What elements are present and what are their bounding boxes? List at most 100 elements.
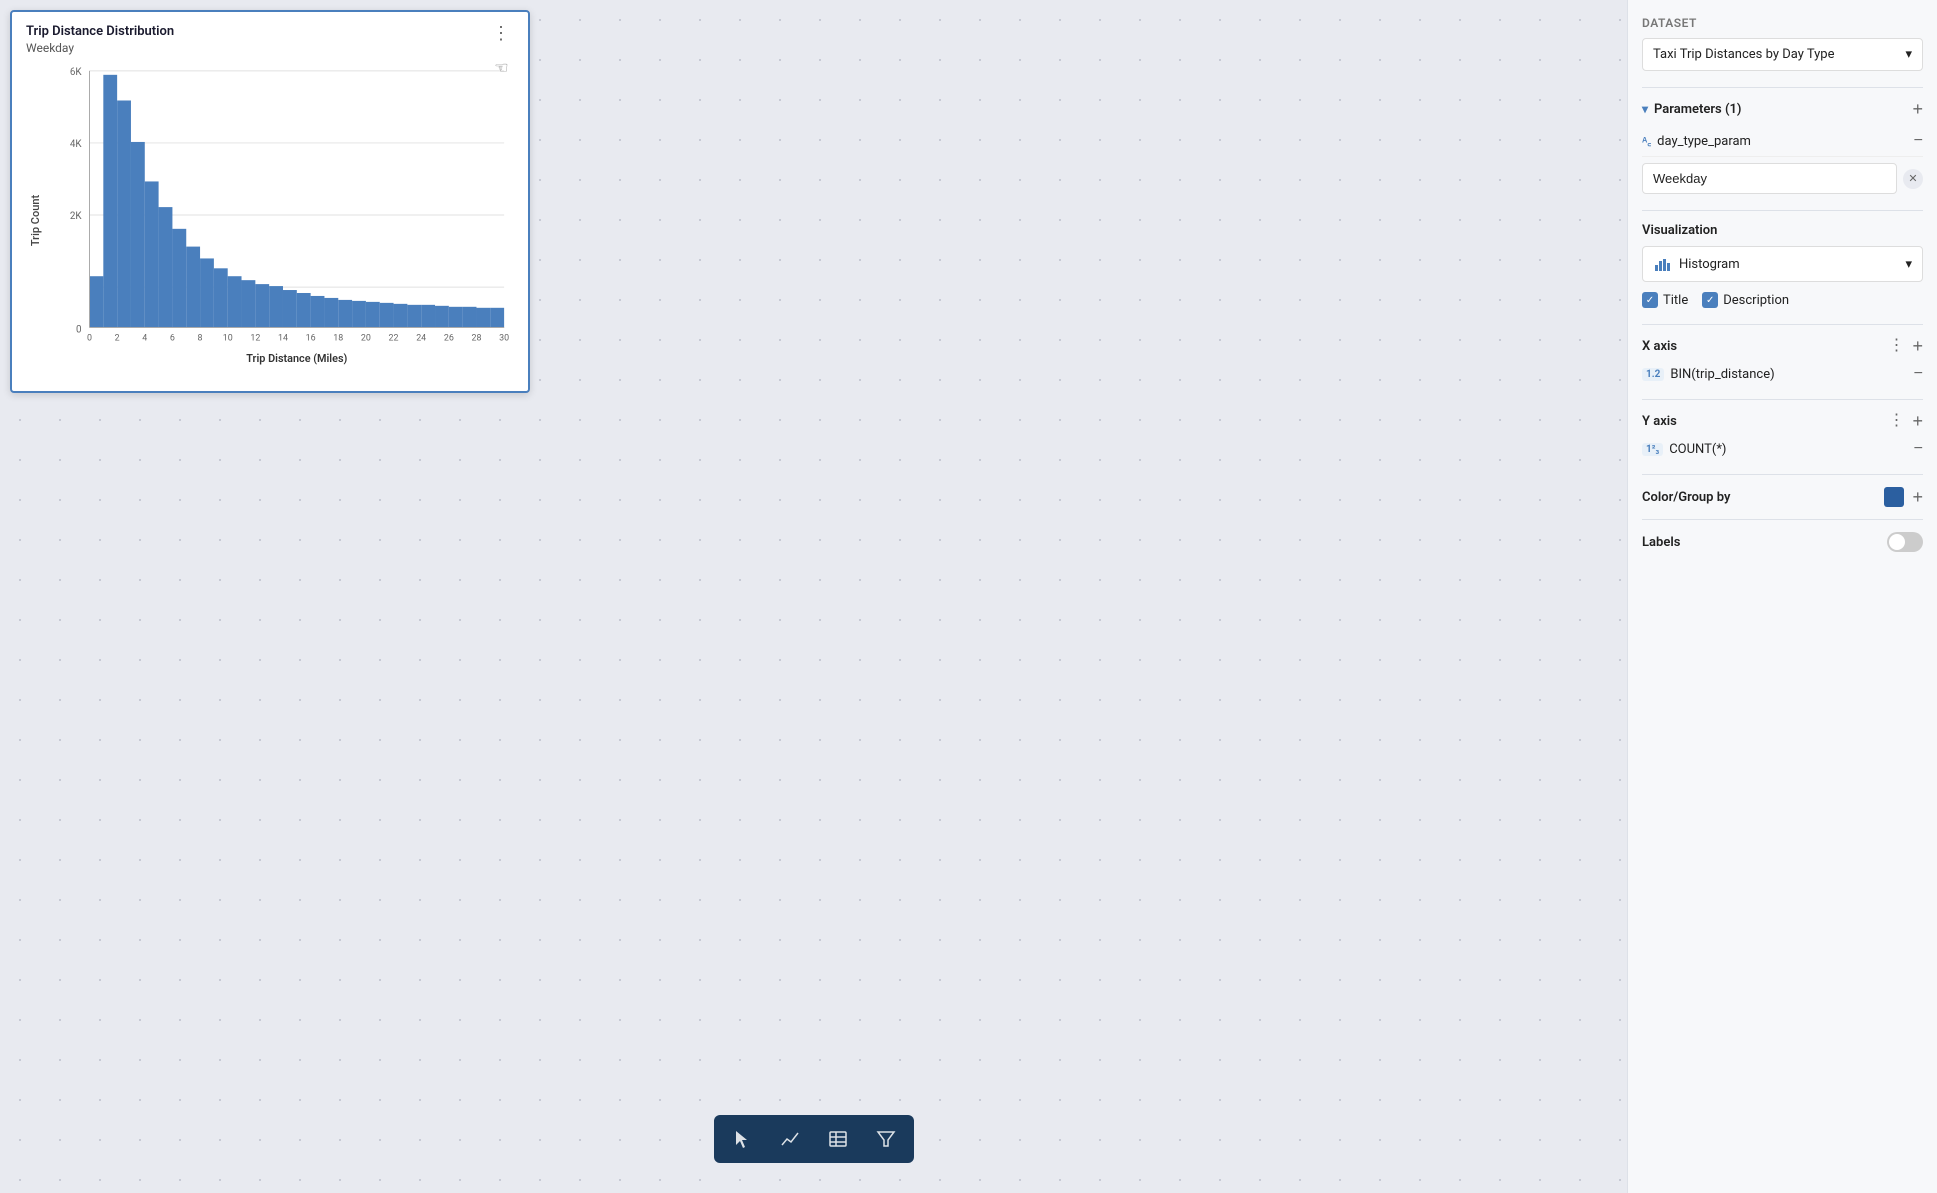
svg-text:0: 0: [76, 324, 82, 335]
divider-4: [1642, 399, 1923, 400]
viz-select-left: Histogram: [1653, 255, 1740, 273]
chart-title: Trip Distance Distribution: [26, 24, 174, 39]
cursor-tool-button[interactable]: [726, 1123, 758, 1155]
chart-tool-button[interactable]: [774, 1123, 806, 1155]
parameters-header: ▾ Parameters (1) +: [1642, 100, 1923, 118]
param-value-row: ✕: [1642, 163, 1923, 194]
histogram-chart: 6K 4K 2K 0: [50, 61, 514, 377]
remove-y-field-button[interactable]: −: [1914, 440, 1923, 458]
chart-menu-button[interactable]: ⋮: [488, 24, 514, 42]
x-field-type-badge: 1.2: [1642, 368, 1664, 381]
svg-text:6K: 6K: [70, 67, 83, 78]
color-swatch[interactable]: [1884, 487, 1904, 507]
remove-x-field-button[interactable]: −: [1914, 365, 1923, 383]
svg-text:4: 4: [142, 333, 147, 343]
svg-text:12: 12: [250, 333, 260, 343]
add-y-field-button[interactable]: +: [1912, 412, 1923, 430]
divider-2: [1642, 210, 1923, 211]
add-color-group-button[interactable]: +: [1912, 488, 1923, 506]
checkbox-row: ✓ Title ✓ Description: [1642, 292, 1923, 308]
svg-text:14: 14: [278, 333, 288, 343]
svg-text:2: 2: [115, 333, 120, 343]
svg-text:6: 6: [170, 333, 175, 343]
color-group-section: Color/Group by +: [1642, 487, 1923, 507]
filter-tool-button[interactable]: [870, 1123, 902, 1155]
dataset-select[interactable]: Taxi Trip Distances by Day Type ▾: [1642, 38, 1923, 71]
x-axis-section: X axis ⋮ + 1.2 BIN(trip_distance) −: [1642, 337, 1923, 387]
y-field-type-badge: 1²₃: [1642, 443, 1663, 456]
x-axis-actions: ⋮ +: [1888, 337, 1923, 355]
canvas-area[interactable]: Trip Distance Distribution Weekday ⋮ Tri…: [0, 0, 1627, 1193]
param-type-icon: ᴬ꜀: [1642, 134, 1651, 149]
bottom-toolbar: [714, 1115, 914, 1163]
svg-text:0: 0: [87, 333, 92, 343]
svg-text:16: 16: [306, 333, 316, 343]
param-clear-button[interactable]: ✕: [1903, 169, 1923, 189]
y-axis-header: Y axis ⋮ +: [1642, 412, 1923, 430]
table-tool-button[interactable]: [822, 1123, 854, 1155]
svg-text:22: 22: [389, 333, 399, 343]
dataset-chevron-icon: ▾: [1905, 47, 1912, 62]
x-axis-header: X axis ⋮ +: [1642, 337, 1923, 355]
x-axis-options-button[interactable]: ⋮: [1888, 338, 1904, 354]
svg-text:18: 18: [333, 333, 343, 343]
title-checkbox-label: Title: [1663, 293, 1688, 308]
svg-text:26: 26: [444, 333, 454, 343]
x-axis-field-left: 1.2 BIN(trip_distance): [1642, 367, 1775, 382]
labels-label: Labels: [1642, 535, 1680, 550]
dataset-section: Dataset Taxi Trip Distances by Day Type …: [1642, 16, 1923, 71]
param-value-input[interactable]: [1642, 163, 1897, 194]
parameters-label: Parameters (1): [1654, 102, 1741, 117]
right-panel: Dataset Taxi Trip Distances by Day Type …: [1627, 0, 1937, 1193]
x-axis-field-row: 1.2 BIN(trip_distance) −: [1642, 361, 1923, 387]
visualization-section: Visualization Histogram ▾ ✓ Title: [1642, 223, 1923, 308]
viz-type-label: Histogram: [1679, 257, 1740, 272]
chart-inner: 6K 4K 2K 0: [50, 61, 514, 381]
svg-text:28: 28: [471, 333, 481, 343]
svg-text:30: 30: [499, 333, 509, 343]
viz-chevron-icon: ▾: [1905, 257, 1912, 272]
divider-1: [1642, 87, 1923, 88]
y-axis-field-row: 1²₃ COUNT(*) −: [1642, 436, 1923, 462]
divider-3: [1642, 324, 1923, 325]
chart-body: Trip Count 6K 4K 2K 0: [26, 61, 514, 381]
chart-title-block: Trip Distance Distribution Weekday: [26, 24, 174, 55]
color-group-label: Color/Group by: [1642, 490, 1730, 505]
visualization-label: Visualization: [1642, 223, 1923, 238]
divider-5: [1642, 474, 1923, 475]
viz-type-select[interactable]: Histogram ▾: [1642, 246, 1923, 282]
y-axis-section: Y axis ⋮ + 1²₃ COUNT(*) −: [1642, 412, 1923, 462]
svg-text:2K: 2K: [70, 211, 83, 222]
parameters-toggle[interactable]: ▾ Parameters (1): [1642, 102, 1741, 117]
title-checkbox-item[interactable]: ✓ Title: [1642, 292, 1688, 308]
svg-text:8: 8: [198, 333, 203, 343]
main-layout: Trip Distance Distribution Weekday ⋮ Tri…: [0, 0, 1937, 1193]
add-parameter-button[interactable]: +: [1912, 100, 1923, 118]
y-axis-actions: ⋮ +: [1888, 412, 1923, 430]
chart-card-header: Trip Distance Distribution Weekday ⋮: [26, 24, 514, 55]
y-field-name: COUNT(*): [1669, 442, 1726, 457]
description-checkbox-item[interactable]: ✓ Description: [1702, 292, 1789, 308]
parameters-section: ▾ Parameters (1) + ᴬ꜀ day_type_param − ✕: [1642, 100, 1923, 194]
chevron-down-icon: ▾: [1642, 102, 1648, 116]
param-name-label: day_type_param: [1657, 134, 1751, 149]
description-checkbox[interactable]: ✓: [1702, 292, 1718, 308]
x-field-name: BIN(trip_distance): [1670, 367, 1774, 382]
add-x-field-button[interactable]: +: [1912, 337, 1923, 355]
dataset-value: Taxi Trip Distances by Day Type: [1653, 47, 1834, 62]
labels-section: Labels: [1642, 532, 1923, 552]
param-row: ᴬ꜀ day_type_param −: [1642, 126, 1923, 157]
x-axis-label: X axis: [1642, 339, 1677, 354]
param-name: ᴬ꜀ day_type_param: [1642, 134, 1751, 149]
y-axis-label: Y axis: [1642, 414, 1677, 429]
description-checkbox-label: Description: [1723, 293, 1789, 308]
svg-text:4K: 4K: [70, 139, 83, 150]
y-axis-options-button[interactable]: ⋮: [1888, 413, 1904, 429]
svg-text:20: 20: [361, 333, 371, 343]
dataset-label: Dataset: [1642, 16, 1923, 30]
color-group-right: +: [1884, 487, 1923, 507]
svg-text:Trip Distance (Miles): Trip Distance (Miles): [246, 352, 347, 365]
title-checkbox[interactable]: ✓: [1642, 292, 1658, 308]
remove-parameter-button[interactable]: −: [1914, 132, 1923, 150]
labels-toggle[interactable]: [1887, 532, 1923, 552]
